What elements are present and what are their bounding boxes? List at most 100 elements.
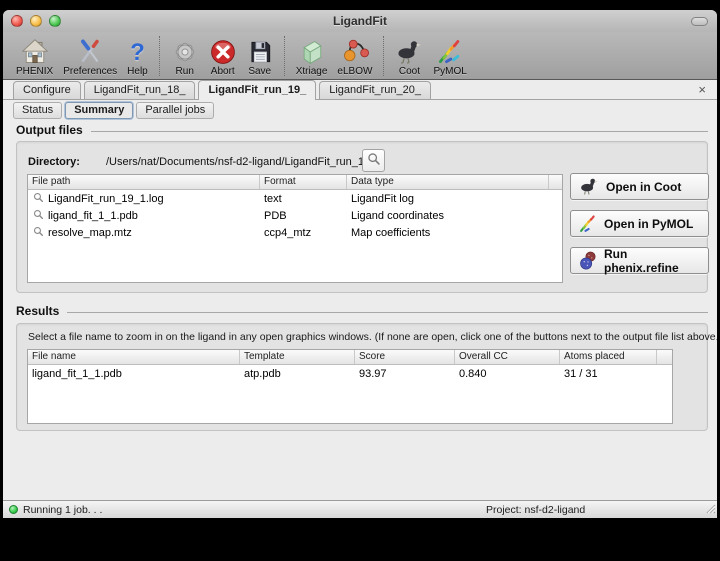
- data-type-cell: LigandFit log: [347, 193, 549, 205]
- browse-directory-button[interactable]: [362, 149, 385, 172]
- window-title: LigandFit: [3, 10, 717, 32]
- tab-ligandfit-run-20[interactable]: LigandFit_run_20_: [319, 81, 431, 99]
- file-name-cell: ligand_fit_1_1.pdb: [28, 368, 240, 380]
- toolbar-label: Help: [127, 66, 148, 77]
- close-tab-icon[interactable]: ×: [698, 84, 706, 96]
- column-header-score[interactable]: Score: [355, 350, 455, 364]
- toolbar-toggle-button[interactable]: [691, 17, 708, 26]
- magnifier-icon: [33, 192, 44, 206]
- toolbar-help-button[interactable]: ? Help: [122, 35, 153, 77]
- tab-ligandfit-run-18[interactable]: LigandFit_run_18_: [84, 81, 196, 99]
- results-box: Select a file name to zoom in on the lig…: [16, 323, 708, 431]
- status-text: Running 1 job. . .: [23, 504, 102, 516]
- abort-stop-icon: [209, 35, 237, 66]
- toolbar-separator: [383, 36, 384, 76]
- toolbar-xtriage-button[interactable]: Xtriage: [291, 35, 333, 77]
- data-type-cell: Ligand coordinates: [347, 210, 549, 222]
- format-cell: PDB: [260, 210, 347, 222]
- run-phenix-refine-button[interactable]: Run phenix.refine: [570, 247, 709, 274]
- toolbar-coot-button[interactable]: Coot: [390, 35, 428, 77]
- toolbar-label: Coot: [399, 66, 420, 77]
- file-path-cell: LigandFit_run_19_1.log: [48, 193, 164, 205]
- open-in-pymol-button[interactable]: Open in PyMOL: [570, 210, 709, 237]
- tab-status[interactable]: Status: [13, 102, 62, 119]
- button-label: Open in PyMOL: [604, 217, 693, 231]
- toolbar: PHENIX Preferences ? Help: [3, 32, 717, 80]
- column-header-atoms-placed[interactable]: Atoms placed: [560, 350, 657, 364]
- coot-bird-icon: [578, 177, 600, 197]
- elbow-molecule-icon: [341, 35, 369, 66]
- help-question-icon: ?: [130, 35, 145, 66]
- phenix-home-icon: [21, 35, 49, 66]
- toolbar-run-button[interactable]: Run: [166, 35, 204, 77]
- minimize-window-button[interactable]: [30, 15, 42, 27]
- column-header-data-type[interactable]: Data type: [347, 175, 549, 189]
- toolbar-label: Save: [248, 66, 271, 77]
- toolbar-label: PHENIX: [16, 66, 53, 77]
- close-window-button[interactable]: [11, 15, 23, 27]
- toolbar-abort-button[interactable]: Abort: [204, 35, 242, 77]
- status-bar: Running 1 job. . . Project: nsf-d2-ligan…: [3, 500, 717, 518]
- column-header-filler: [657, 350, 672, 364]
- ligandfit-window: LigandFit PHENIX: [3, 10, 717, 518]
- output-files-header: Output files: [16, 123, 708, 137]
- zoom-window-button[interactable]: [49, 15, 61, 27]
- column-header-overall-cc[interactable]: Overall CC: [455, 350, 560, 364]
- toolbar-save-button[interactable]: Save: [242, 35, 278, 77]
- column-header-template[interactable]: Template: [240, 350, 355, 364]
- toolbar-label: Preferences: [63, 66, 117, 77]
- titlebar[interactable]: LigandFit: [3, 10, 717, 32]
- toolbar-elbow-button[interactable]: eLBOW: [332, 35, 377, 77]
- column-header-file-path[interactable]: File path: [28, 175, 260, 189]
- summary-panel: Output files Directory: /Users/nat/Docum…: [3, 120, 717, 500]
- toolbar-preferences-button[interactable]: Preferences: [58, 35, 122, 77]
- tab-configure[interactable]: Configure: [13, 81, 81, 99]
- toolbar-label: eLBOW: [337, 66, 372, 77]
- toolbar-pymol-button[interactable]: PyMOL: [428, 35, 471, 77]
- section-title: Output files: [16, 123, 83, 137]
- pymol-sticks-icon: [578, 214, 598, 234]
- xtriage-crystal-icon: [298, 35, 326, 66]
- section-title: Results: [16, 304, 59, 318]
- project-label: Project: nsf-d2-ligand: [486, 504, 585, 516]
- table-row[interactable]: resolve_map.mtz ccp4_mtz Map coefficient…: [28, 224, 562, 241]
- pymol-sticks-icon: [436, 35, 464, 66]
- template-cell: atp.pdb: [240, 368, 355, 380]
- magnifier-icon: [33, 209, 44, 223]
- data-type-cell: Map coefficients: [347, 227, 549, 239]
- file-path-cell: resolve_map.mtz: [48, 227, 132, 239]
- tab-summary[interactable]: Summary: [65, 102, 133, 119]
- toolbar-label: Abort: [211, 66, 235, 77]
- open-in-coot-button[interactable]: Open in Coot: [570, 173, 709, 200]
- table-row[interactable]: LigandFit_run_19_1.log text LigandFit lo…: [28, 190, 562, 207]
- refine-spheres-icon: [578, 251, 598, 271]
- section-divider: [91, 131, 708, 132]
- results-hint-text: Select a file name to zoom in on the lig…: [28, 331, 717, 343]
- view-tab-bar: Status Summary Parallel jobs: [3, 100, 717, 120]
- column-header-format[interactable]: Format: [260, 175, 347, 189]
- section-divider: [67, 312, 708, 313]
- file-path-cell: ligand_fit_1_1.pdb: [48, 210, 138, 222]
- table-row[interactable]: ligand_fit_1_1.pdb PDB Ligand coordinate…: [28, 207, 562, 224]
- format-cell: text: [260, 193, 347, 205]
- table-row[interactable]: ligand_fit_1_1.pdb atp.pdb 93.97 0.840 3…: [28, 365, 672, 382]
- column-header-file-name[interactable]: File name: [28, 350, 240, 364]
- magnifier-icon: [33, 226, 44, 240]
- overall-cc-cell: 0.840: [455, 368, 560, 380]
- toolbar-label: Run: [176, 66, 194, 77]
- run-tab-bar: Configure LigandFit_run_18_ LigandFit_ru…: [3, 80, 717, 100]
- preferences-tools-icon: [76, 35, 104, 66]
- coot-bird-icon: [395, 35, 423, 66]
- button-label: Open in Coot: [606, 180, 681, 194]
- toolbar-phenix-button[interactable]: PHENIX: [11, 35, 58, 77]
- results-header: Results: [16, 304, 708, 318]
- tab-parallel-jobs[interactable]: Parallel jobs: [136, 102, 214, 119]
- format-cell: ccp4_mtz: [260, 227, 347, 239]
- directory-row: Directory: /Users/nat/Documents/nsf-d2-l…: [28, 151, 688, 173]
- resize-grip[interactable]: [704, 502, 716, 517]
- toolbar-separator: [284, 36, 285, 76]
- output-files-table: File path Format Data type LigandFit_r: [27, 174, 563, 283]
- table-header-row: File name Template Score Overall CC Atom…: [28, 350, 672, 365]
- job-running-status-icon: [9, 505, 18, 514]
- tab-ligandfit-run-19[interactable]: LigandFit_run_19_: [198, 80, 316, 100]
